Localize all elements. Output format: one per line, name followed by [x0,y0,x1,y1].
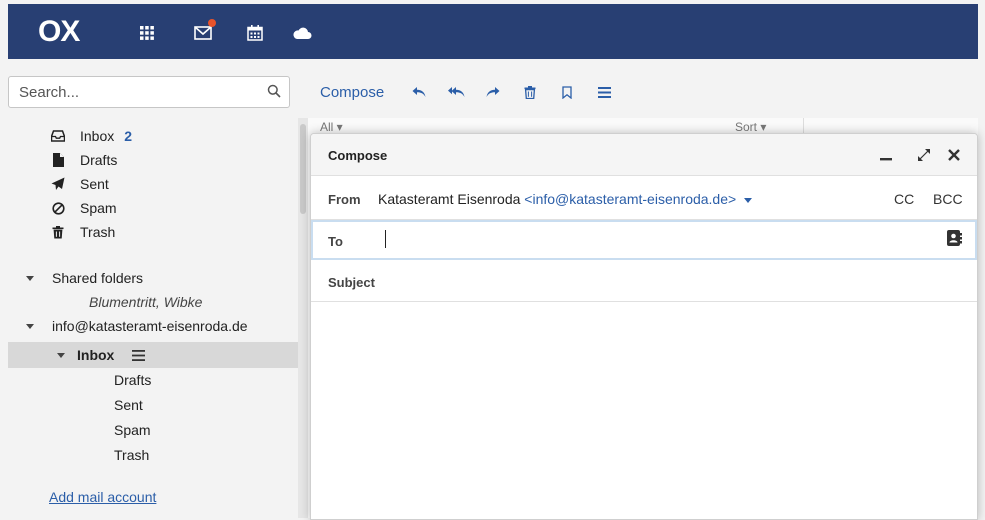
minimize-icon[interactable] [877,146,895,164]
ox-logo[interactable]: OX [38,17,80,47]
file-icon [50,152,66,168]
account-folder-spam[interactable]: Spam [114,418,151,442]
from-label: From [328,192,361,207]
paper-plane-icon [50,176,66,192]
folder-label: Trash [114,447,150,463]
folder-label: Sent [80,176,109,192]
reply-icon[interactable] [404,77,434,107]
list-sort[interactable]: Sort ▾ [735,120,766,134]
folder-menu-icon[interactable] [132,349,146,361]
mail-icon[interactable] [192,19,216,44]
account-inbox[interactable]: Inbox [57,343,146,367]
folder-sent[interactable]: Sent [50,172,109,196]
caret-down-icon[interactable] [26,275,34,281]
add-mail-account-label[interactable]: Add mail account [49,489,156,505]
from-address: <info@katasteramt-eisenroda.de> [524,191,737,207]
folder-label: Spam [114,422,151,438]
folder-label: Spam [80,200,117,216]
selected-folder-highlight [8,342,300,368]
compose-titlebar: Compose [311,134,977,176]
account-folder-sent[interactable]: Sent [114,393,143,417]
mail-toolbar: Compose [308,72,978,112]
caret-down-icon[interactable] [26,323,34,329]
compose-button[interactable]: Compose [320,84,384,101]
folder-label: Shared folders [52,270,144,286]
bcc-button[interactable]: BCC [933,191,963,207]
folder-label: Inbox [80,128,115,144]
to-label: To [328,234,343,249]
shared-folders[interactable]: Shared folders [26,266,143,290]
unread-badge: 2 [124,128,133,144]
address-book-icon[interactable] [947,230,962,249]
notification-dot [208,19,216,27]
subject-input[interactable] [391,269,931,293]
top-bar: OX [8,4,978,59]
delete-icon[interactable] [515,77,545,107]
folder-label: info@katasteramt-eisenroda.de [52,318,248,334]
folder-label: Inbox [77,347,115,363]
folder-label: Trash [80,224,116,240]
apps-grid-icon[interactable] [136,22,158,44]
list-filter[interactable]: All ▾ [320,120,343,134]
caret-down-icon[interactable] [744,197,753,203]
folder-label: Drafts [114,372,152,388]
to-input[interactable] [385,227,925,251]
ban-icon [50,200,66,216]
compose-title: Compose [328,148,388,163]
reply-all-icon[interactable] [441,77,471,107]
from-name: Katasteramt Eisenroda [378,191,521,207]
subject-row[interactable]: Subject [311,260,977,302]
compose-window: Compose From Katasteramt Eisenroda <info… [310,133,978,520]
folder-inbox[interactable]: Inbox 2 [50,124,132,148]
search-icon[interactable] [267,84,281,101]
shared-folder-item[interactable]: Blumentritt, Wibke [89,290,202,314]
message-body-editor[interactable] [311,302,977,519]
to-row: To [311,220,977,260]
cc-button[interactable]: CC [894,191,914,207]
folder-label: Blumentritt, Wibke [89,294,203,310]
sidebar-scrollbar-thumb[interactable] [300,124,306,214]
close-icon[interactable] [945,146,963,164]
calendar-icon[interactable] [244,22,266,44]
search-box [8,76,290,108]
folder-tree: Inbox 2 Drafts Sent Spam Trash Shared fo… [8,118,300,518]
folder-label: Drafts [80,152,118,168]
folder-drafts[interactable]: Drafts [50,148,117,172]
account-folder-trash[interactable]: Trash [114,443,149,467]
menu-icon[interactable] [589,77,619,107]
folder-label: Sent [114,397,143,413]
cloud-icon[interactable] [291,22,313,44]
search-input[interactable] [9,77,249,107]
add-mail-account-link[interactable]: Add mail account [49,485,156,509]
folder-spam[interactable]: Spam [50,196,117,220]
inbox-icon [50,128,66,144]
account-folder[interactable]: info@katasteramt-eisenroda.de [26,314,248,338]
caret-down-icon[interactable] [57,352,65,358]
forward-icon[interactable] [478,77,508,107]
from-row: From Katasteramt Eisenroda <info@kataste… [311,176,977,220]
folder-trash[interactable]: Trash [50,220,115,244]
subject-label: Subject [328,275,375,290]
bookmark-icon[interactable] [552,77,582,107]
account-folder-drafts[interactable]: Drafts [114,368,151,392]
expand-icon[interactable] [915,146,933,164]
trash-icon [50,224,66,240]
from-selector[interactable]: Katasteramt Eisenroda <info@katasteramt-… [378,191,753,207]
